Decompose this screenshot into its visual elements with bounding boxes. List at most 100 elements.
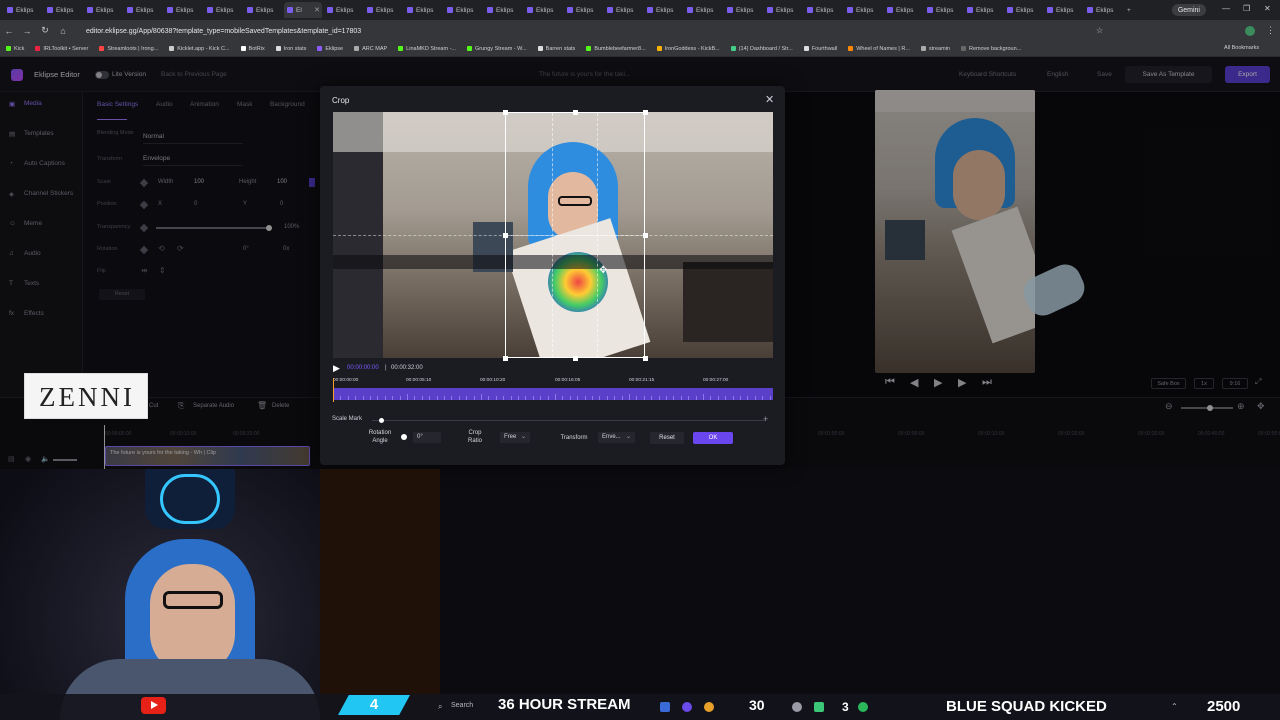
forward-icon[interactable]: → [18,26,36,36]
new-tab-icon[interactable]: + [1124,2,1138,18]
crop-handle-top[interactable] [573,110,578,115]
close-tab-icon[interactable]: ✕ [314,6,320,14]
eklipse-favicon-icon [447,7,453,13]
browser-tab[interactable]: Eklips [484,2,522,18]
browser-tab-label: Eklips [456,6,474,14]
browser-tab[interactable]: Eklips [884,2,922,18]
bookmark-item[interactable]: Bumblebeefarmer8... [586,46,646,52]
bookmark-item[interactable]: Fourthwall [803,46,837,52]
menu-icon[interactable]: ⋮ [1266,25,1275,36]
bookmark-item[interactable]: BotRix [240,46,265,52]
bookmark-item[interactable]: LinaMKD Stream -... [398,46,456,52]
bookmark-item[interactable]: streamin [920,46,950,52]
browser-tab[interactable]: Eklips [164,2,202,18]
browser-tab-label: Eklips [976,6,994,14]
chrome-icon[interactable] [704,702,714,712]
browser-tab[interactable]: Eklips [644,2,682,18]
bookmark-item[interactable]: Grungy Stream - W... [467,46,527,52]
url-field[interactable]: editor.eklipse.gg/App/80638?template_typ… [86,25,361,38]
crop-selection-box[interactable] [505,112,645,358]
browser-tab[interactable]: Eklips [324,2,362,18]
browser-tab[interactable]: Eklips [684,2,722,18]
crop-handle-top-left[interactable] [503,110,508,115]
browser-tab[interactable]: Eklips [404,2,442,18]
scale-mark-knob[interactable] [379,418,384,423]
home-icon[interactable]: ⌂ [54,26,72,36]
browser-tab[interactable]: Eklips [964,2,1002,18]
bookmark-item[interactable]: Wheel of Names | R... [848,46,910,52]
bookmark-item[interactable]: Kicklet.app - Kick C... [169,46,230,52]
reset-button[interactable]: Reset [650,432,684,444]
close-icon[interactable]: ✕ [765,93,774,106]
browser-tab[interactable]: Eklips [1004,2,1042,18]
crop-handle-right[interactable] [643,233,648,238]
bookmark-item[interactable]: IRLToolkit • Server [35,46,88,52]
reload-icon[interactable]: ↻ [36,25,54,36]
chevron-up-icon[interactable]: ⌃ [1171,702,1178,711]
crop-handle-bottom[interactable] [573,356,578,361]
browser-tab[interactable]: Eklips [764,2,802,18]
scale-mark-slider[interactable] [372,420,766,421]
taskbar-app-icon[interactable] [682,702,692,712]
bookmark-item[interactable]: Streamloots | Irong... [99,46,158,52]
browser-tab[interactable]: Eklips [564,2,602,18]
browser-tab[interactable]: Eklips [844,2,882,18]
crop-handle-left[interactable] [503,233,508,238]
bookmark-favicon-icon [169,46,175,51]
crop-play-icon[interactable]: ▶ [333,363,340,374]
browser-tab[interactable]: El ✕ [284,2,322,18]
crop-timeline-track[interactable] [333,388,773,400]
bookmark-item[interactable]: IronGoddess - KickB... [656,46,720,52]
crop-handle-top-right[interactable] [643,110,648,115]
minimize-icon[interactable]: — [1222,4,1230,13]
taskbar-app-icon[interactable] [792,702,802,712]
scale-plus-icon[interactable]: + [763,414,768,424]
taskbar-app-icon[interactable] [858,702,868,712]
close-window-icon[interactable]: ✕ [1264,4,1271,13]
browser-tab[interactable]: Eklips [204,2,242,18]
search-icon[interactable]: ⌕ [438,702,442,712]
browser-tab[interactable]: Eklips [924,2,962,18]
browser-tab[interactable]: Eklips [524,2,562,18]
crop-timeline-cursor[interactable] [333,378,334,402]
bookmark-item[interactable]: Barren stats [537,46,575,52]
browser-tab[interactable]: Eklips [44,2,82,18]
browser-tab[interactable]: Eklips [4,2,42,18]
bookmark-item[interactable]: Kick [6,46,24,52]
browser-tab[interactable]: Eklips [444,2,482,18]
browser-tab-label: Eklips [1096,6,1114,14]
browser-tab[interactable]: Eklips [804,2,842,18]
back-icon[interactable]: ← [0,26,18,36]
bookmark-item[interactable]: Remove backgroun... [960,46,1021,52]
ok-button[interactable]: OK [693,432,733,444]
all-bookmarks[interactable]: All Bookmarks [1224,45,1259,51]
taskbar-search[interactable]: Search [451,702,473,709]
bookmark-item[interactable]: Eklipse [317,46,343,52]
profile-avatar[interactable] [1245,26,1255,36]
browser-tab[interactable]: Eklips [84,2,122,18]
rotation-angle-input[interactable]: 0° [413,432,441,443]
browser-tab[interactable]: Eklips [364,2,402,18]
browser-tab[interactable]: Eklips [1044,2,1082,18]
bookmark-item[interactable]: Iron stats [275,46,306,52]
transform-label: Transform [560,435,588,441]
gemini-button[interactable]: Gemini [1171,4,1206,16]
crop-handle-bottom-left[interactable] [503,356,508,361]
browser-tab[interactable]: Eklips [604,2,642,18]
taskbar-app-icon[interactable] [660,702,670,712]
maximize-icon[interactable]: ❐ [1243,4,1250,13]
taskbar-app-icon[interactable] [814,702,824,712]
browser-tab[interactable]: Eklips [124,2,162,18]
rotation-knob[interactable] [401,434,407,440]
star-icon[interactable]: ☆ [1096,26,1103,35]
browser-tab[interactable]: Eklips [1084,2,1122,18]
bookmark-item[interactable]: (14) Dashboard / Str... [730,46,793,52]
time-separator: | [385,365,387,371]
bookmark-item[interactable]: ARC MAP [354,46,387,52]
move-cursor-icon: ✥ [599,265,608,276]
browser-tab[interactable]: Eklips [244,2,282,18]
eklipse-favicon-icon [167,7,173,13]
crop-handle-bottom-right[interactable] [643,356,648,361]
browser-tab[interactable]: Eklips [724,2,762,18]
browser-tab-strip: Eklips Eklips Eklips Eklips Eklips Eklips Ekli… [0,0,1280,20]
